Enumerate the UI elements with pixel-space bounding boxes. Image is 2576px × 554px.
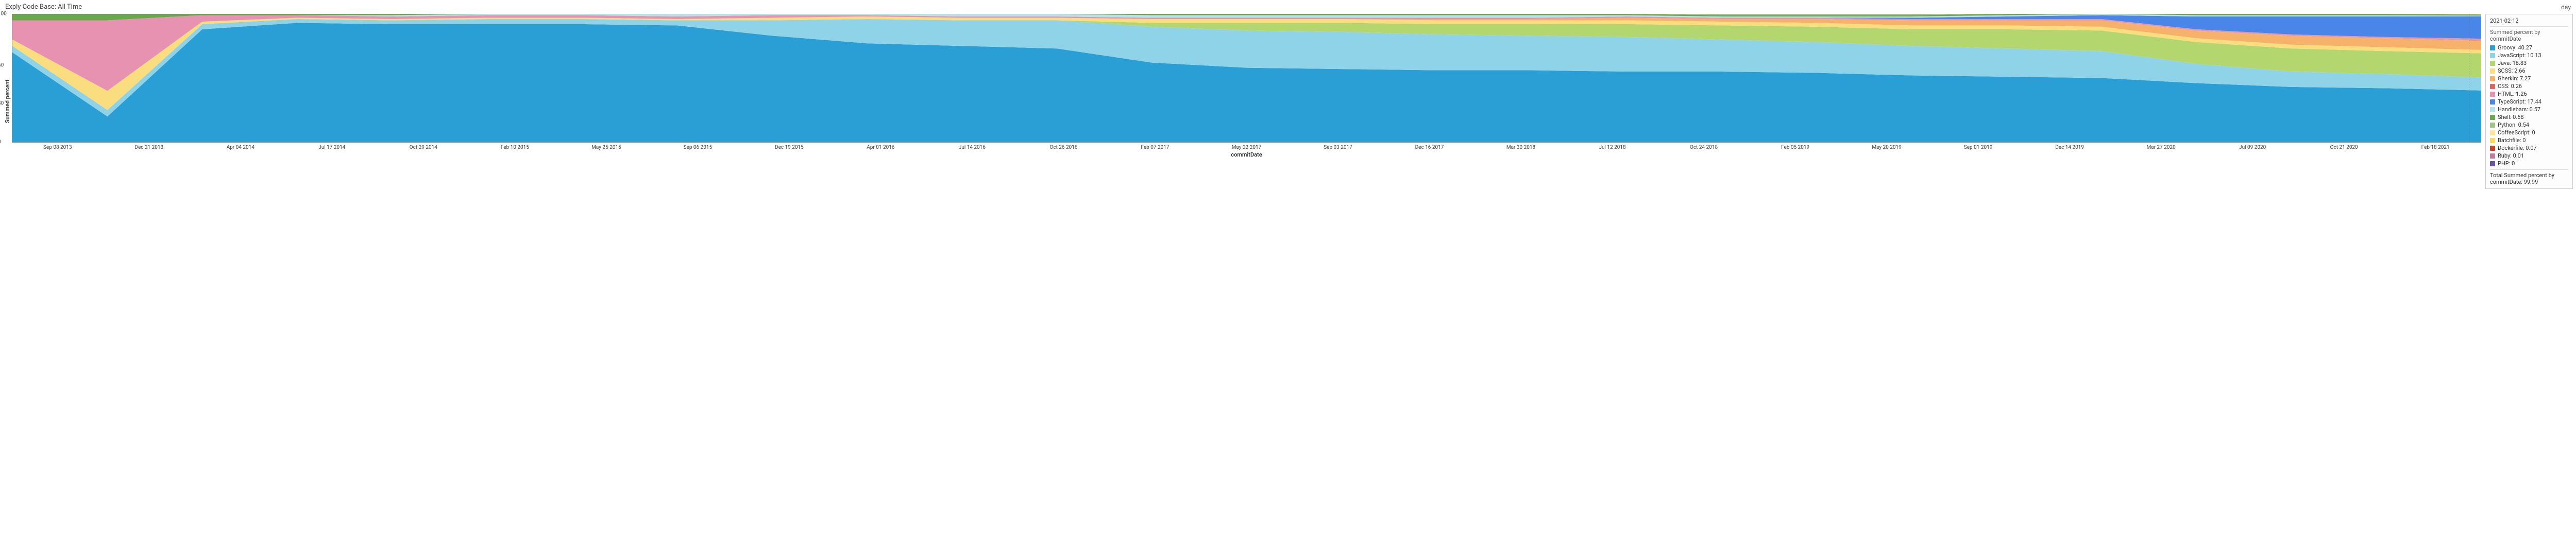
x-tick: Oct 29 2014 xyxy=(378,145,469,150)
x-tick: Feb 05 2019 xyxy=(1750,145,1841,150)
legend-label: Java: 18.83 xyxy=(2498,60,2527,66)
legend-swatch xyxy=(2490,146,2495,151)
legend-swatch xyxy=(2490,68,2495,74)
legend-swatch xyxy=(2490,130,2495,135)
legend-swatch xyxy=(2490,84,2495,89)
granularity-label[interactable]: day xyxy=(2561,4,2571,11)
legend-item[interactable]: Groovy: 40.27 xyxy=(2490,44,2568,51)
legend-item[interactable]: Dockerfile: 0.07 xyxy=(2490,144,2568,152)
legend-items: Groovy: 40.27JavaScript: 10.13Java: 18.8… xyxy=(2490,44,2568,167)
tooltip-legend: 2021-02-12 Summed percent by commitDate … xyxy=(2485,14,2573,189)
y-tick: 30 xyxy=(0,101,4,107)
legend-heading: Summed percent by commitDate xyxy=(2490,29,2568,42)
legend-label: CoffeeScript: 0 xyxy=(2498,129,2535,136)
legend-total: Total Summed percent by commitDate: 99.9… xyxy=(2490,169,2568,185)
x-axis-label: commitDate xyxy=(12,150,2481,158)
chart-container: Exply Code Base: All Time day Summed per… xyxy=(0,0,2576,192)
x-tick: Dec 19 2015 xyxy=(743,145,835,150)
x-tick: Sep 03 2017 xyxy=(1292,145,1384,150)
legend-swatch xyxy=(2490,161,2495,166)
x-tick: Jul 17 2014 xyxy=(286,145,378,150)
y-axis-label: Summed percent xyxy=(3,14,12,189)
x-tick: Dec 21 2013 xyxy=(104,145,195,150)
x-tick: May 22 2017 xyxy=(1201,145,1293,150)
x-tick: Sep 06 2015 xyxy=(652,145,744,150)
legend-item[interactable]: SCSS: 2.66 xyxy=(2490,67,2568,75)
x-tick: Feb 10 2015 xyxy=(469,145,561,150)
legend-label: Gherkin: 7.27 xyxy=(2498,75,2531,82)
legend-swatch xyxy=(2490,107,2495,112)
legend-item[interactable]: Java: 18.83 xyxy=(2490,59,2568,67)
legend-item[interactable]: Handlebars: 0.57 xyxy=(2490,106,2568,113)
x-tick: May 25 2015 xyxy=(561,145,652,150)
chart-panel: Summed percent 03060100 Sep 08 2013Dec 2… xyxy=(3,14,2481,189)
x-tick: Oct 24 2018 xyxy=(1658,145,1750,150)
plot-column: 03060100 Sep 08 2013Dec 21 2013Apr 04 20… xyxy=(12,14,2481,189)
x-tick: Apr 04 2014 xyxy=(195,145,286,150)
legend-item[interactable]: Shell: 0.68 xyxy=(2490,113,2568,121)
chart-title: Exply Code Base: All Time xyxy=(5,3,82,11)
legend-item[interactable]: Ruby: 0.01 xyxy=(2490,152,2568,160)
legend-label: TypeScript: 17.44 xyxy=(2498,98,2541,105)
chart-header: Exply Code Base: All Time day xyxy=(3,2,2573,14)
chart-row: Summed percent 03060100 Sep 08 2013Dec 2… xyxy=(3,14,2573,189)
legend-item[interactable]: Python: 0.54 xyxy=(2490,121,2568,129)
legend-item[interactable]: TypeScript: 17.44 xyxy=(2490,98,2568,106)
legend-item[interactable]: JavaScript: 10.13 xyxy=(2490,51,2568,59)
legend-label: Shell: 0.68 xyxy=(2498,114,2524,120)
legend-swatch xyxy=(2490,115,2495,120)
x-tick: Mar 30 2018 xyxy=(1475,145,1567,150)
legend-label: Groovy: 40.27 xyxy=(2498,44,2532,51)
legend-swatch xyxy=(2490,61,2495,66)
legend-swatch xyxy=(2490,53,2495,58)
x-ticks: Sep 08 2013Dec 21 2013Apr 04 2014Jul 17 … xyxy=(12,143,2481,150)
legend-total-label: Total Summed percent by commitDate: xyxy=(2490,172,2554,185)
x-tick: Mar 27 2020 xyxy=(2115,145,2207,150)
x-tick: Dec 14 2019 xyxy=(2024,145,2115,150)
legend-label: Dockerfile: 0.07 xyxy=(2498,145,2537,151)
legend-label: JavaScript: 10.13 xyxy=(2498,52,2541,59)
legend-item[interactable]: CoffeeScript: 0 xyxy=(2490,129,2568,136)
y-tick: 0 xyxy=(0,140,1,145)
x-tick: Feb 07 2017 xyxy=(1109,145,1201,150)
x-tick: Sep 01 2019 xyxy=(1933,145,2024,150)
x-tick: Jul 14 2016 xyxy=(926,145,1018,150)
x-tick: Jul 12 2018 xyxy=(1567,145,1658,150)
legend-label: CSS: 0.26 xyxy=(2498,83,2522,90)
plot-area[interactable]: 03060100 xyxy=(12,14,2481,143)
legend-label: SCSS: 2.66 xyxy=(2498,67,2526,74)
legend-label: Python: 0.54 xyxy=(2498,122,2529,128)
legend-item[interactable]: HTML: 1.26 xyxy=(2490,90,2568,98)
x-tick: Oct 26 2016 xyxy=(1018,145,1110,150)
legend-swatch xyxy=(2490,99,2495,105)
x-tick: Oct 21 2020 xyxy=(2298,145,2390,150)
legend-total-value: 99.99 xyxy=(2524,179,2538,185)
legend-swatch xyxy=(2490,92,2495,97)
x-tick: Apr 01 2016 xyxy=(835,145,927,150)
x-tick: Feb 18 2021 xyxy=(2389,145,2481,150)
x-tick: Dec 16 2017 xyxy=(1384,145,1476,150)
legend-swatch xyxy=(2490,153,2495,159)
x-tick: Sep 08 2013 xyxy=(12,145,104,150)
legend-label: Ruby: 0.01 xyxy=(2498,152,2524,159)
legend-label: Handlebars: 0.57 xyxy=(2498,106,2540,113)
legend-item[interactable]: Batchfile: 0 xyxy=(2490,136,2568,144)
legend-date: 2021-02-12 xyxy=(2490,18,2568,27)
legend-swatch xyxy=(2490,76,2495,81)
legend-item[interactable]: CSS: 0.26 xyxy=(2490,82,2568,90)
legend-swatch xyxy=(2490,138,2495,143)
x-tick: Jul 09 2020 xyxy=(2207,145,2298,150)
legend-item[interactable]: PHP: 0 xyxy=(2490,160,2568,167)
x-tick: May 20 2019 xyxy=(1841,145,1933,150)
legend-label: PHP: 0 xyxy=(2498,160,2515,167)
legend-label: Batchfile: 0 xyxy=(2498,137,2526,144)
legend-label: HTML: 1.26 xyxy=(2498,91,2527,97)
y-tick: 100 xyxy=(0,11,7,17)
legend-swatch xyxy=(2490,123,2495,128)
y-tick: 60 xyxy=(0,62,4,68)
legend-swatch xyxy=(2490,45,2495,50)
area-svg xyxy=(12,14,2481,142)
legend-item[interactable]: Gherkin: 7.27 xyxy=(2490,75,2568,82)
